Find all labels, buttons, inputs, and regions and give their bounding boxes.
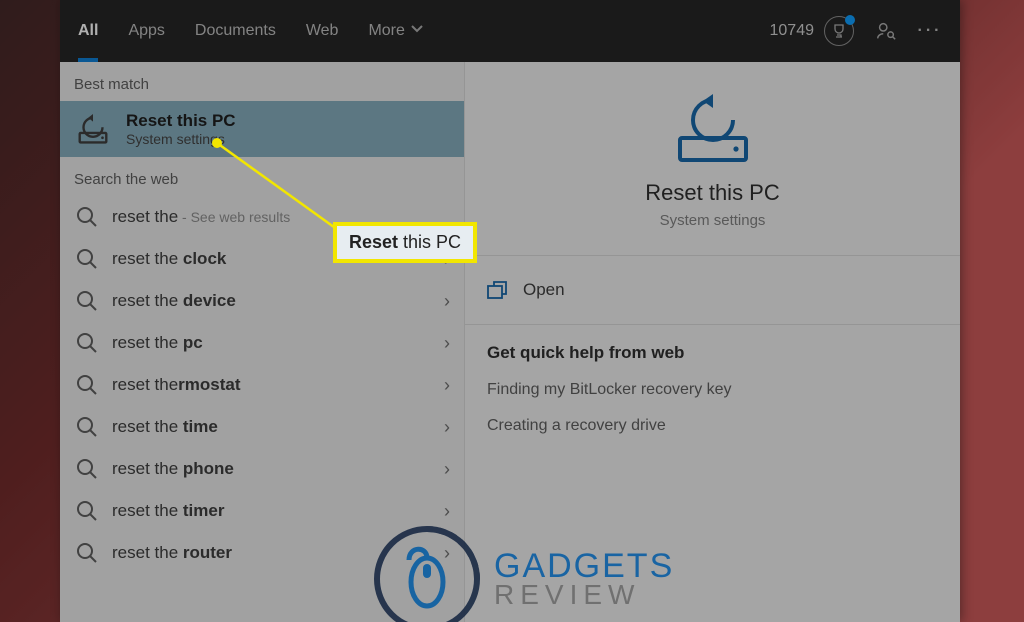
chevron-right-icon[interactable]: › xyxy=(444,375,450,396)
open-label: Open xyxy=(523,280,565,300)
search-icon xyxy=(76,206,98,228)
watermark-logo-icon xyxy=(372,524,482,622)
web-search-suggestion[interactable]: reset the phone › xyxy=(60,448,464,490)
reset-pc-icon xyxy=(672,94,754,164)
chevron-right-icon[interactable]: › xyxy=(444,417,450,438)
watermark-line1: GADGETS xyxy=(494,551,674,582)
best-match-result[interactable]: Reset this PC System settings xyxy=(60,101,464,157)
suggestion-text: reset the timer xyxy=(112,501,430,521)
more-options-icon[interactable]: ··· xyxy=(918,19,942,43)
tab-label: Apps xyxy=(128,22,164,40)
points-value: 10749 xyxy=(770,22,815,40)
scope-tab-documents[interactable]: Documents xyxy=(195,0,276,62)
suggestion-text: reset the device xyxy=(112,291,430,311)
scope-tab-all[interactable]: All xyxy=(78,0,98,62)
web-search-suggestion[interactable]: reset the device › xyxy=(60,280,464,322)
search-icon xyxy=(76,374,98,396)
detail-header: Reset this PC System settings xyxy=(465,62,960,256)
search-scope-bar: All Apps Documents Web More 10749 xyxy=(60,0,960,62)
search-icon xyxy=(76,500,98,522)
detail-subtitle: System settings xyxy=(660,212,766,229)
annotation-callout: Reset this PC xyxy=(333,222,477,263)
rewards-points[interactable]: 10749 xyxy=(770,16,855,46)
trophy-icon xyxy=(824,16,854,46)
search-icon xyxy=(76,332,98,354)
search-icon xyxy=(76,542,98,564)
search-icon xyxy=(76,458,98,480)
scope-tab-more[interactable]: More xyxy=(368,0,422,62)
tab-label: More xyxy=(368,22,404,40)
help-section-title: Get quick help from web xyxy=(487,343,938,363)
open-button[interactable]: Open xyxy=(487,274,938,306)
detail-title: Reset this PC xyxy=(645,180,780,206)
search-icon xyxy=(76,416,98,438)
tab-label: All xyxy=(78,22,98,40)
watermark: GADGETS REVIEW xyxy=(372,524,674,622)
scope-tabs: All Apps Documents Web More xyxy=(78,0,423,62)
best-match-subtitle: System settings xyxy=(126,131,236,147)
tab-label: Documents xyxy=(195,22,276,40)
suggestion-text: reset the time xyxy=(112,417,430,437)
chevron-right-icon[interactable]: › xyxy=(444,333,450,354)
chevron-right-icon[interactable]: › xyxy=(444,501,450,522)
callout-rest: this PC xyxy=(398,232,461,252)
suggestion-text: reset thermostat xyxy=(112,375,430,395)
callout-bold: Reset xyxy=(349,232,398,252)
search-icon xyxy=(76,248,98,270)
help-link[interactable]: Finding my BitLocker recovery key xyxy=(487,381,938,399)
chevron-right-icon[interactable]: › xyxy=(444,459,450,480)
tab-label: Web xyxy=(306,22,339,40)
help-link[interactable]: Creating a recovery drive xyxy=(487,417,938,435)
web-search-suggestion[interactable]: reset the pc › xyxy=(60,322,464,364)
suggestion-text: reset the pc xyxy=(112,333,430,353)
suggestion-text: reset the phone xyxy=(112,459,430,479)
web-search-suggestion[interactable]: reset thermostat › xyxy=(60,364,464,406)
scope-tab-web[interactable]: Web xyxy=(306,0,339,62)
search-web-label: Search the web xyxy=(60,157,464,196)
watermark-line2: REVIEW xyxy=(494,582,674,607)
reset-pc-icon xyxy=(74,114,112,144)
best-match-label: Best match xyxy=(60,62,464,101)
chevron-down-icon xyxy=(411,22,423,40)
open-icon xyxy=(487,281,507,299)
best-match-title: Reset this PC xyxy=(126,111,236,131)
search-icon xyxy=(76,290,98,312)
scope-tab-apps[interactable]: Apps xyxy=(128,0,164,62)
web-search-suggestion[interactable]: reset the time › xyxy=(60,406,464,448)
chevron-right-icon[interactable]: › xyxy=(444,291,450,312)
person-search-icon[interactable] xyxy=(874,19,898,43)
